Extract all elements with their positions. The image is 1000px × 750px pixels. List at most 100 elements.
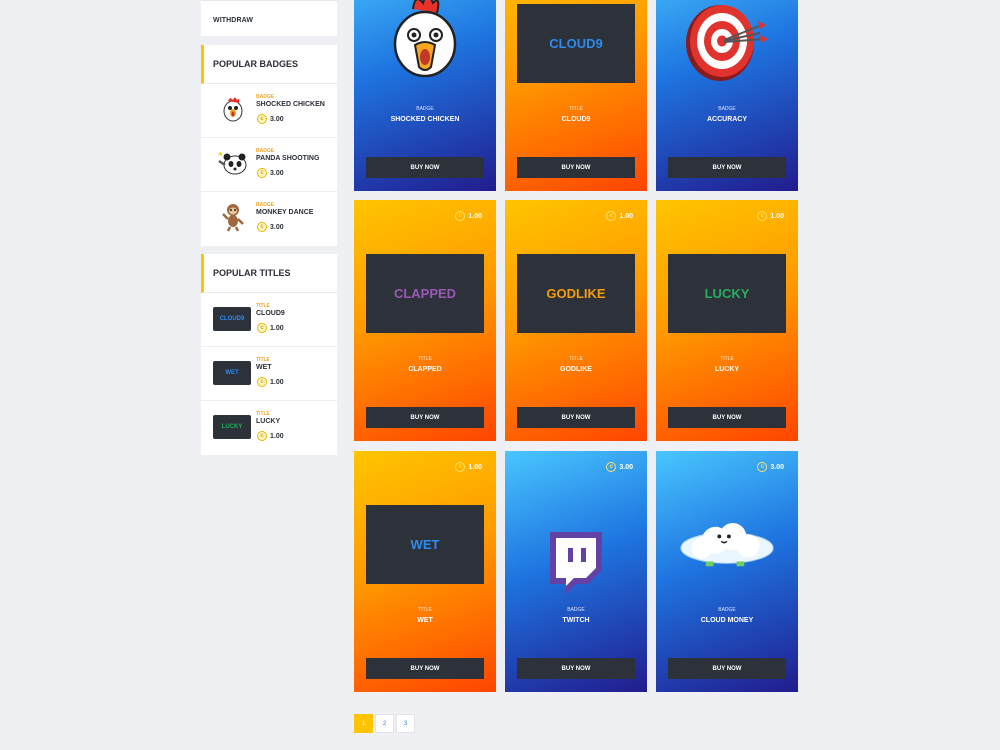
popular-badges-title: POPULAR BADGES: [213, 59, 299, 69]
card-price: c 1.00: [606, 211, 633, 221]
pagination: 1 2 3: [354, 714, 415, 733]
title-preview: WET: [366, 505, 484, 584]
product-card[interactable]: CLOUD9 TITLE CLOUD9 BUY NOW: [505, 0, 647, 191]
item-price: c 3.00: [257, 222, 284, 232]
popular-badges-header: POPULAR BADGES: [201, 45, 337, 84]
monkey-icon: [216, 202, 250, 232]
chicken-icon: [375, 0, 475, 84]
popular-badge-item[interactable]: BADGE SHOCKED CHICKEN c 3.00: [201, 84, 337, 138]
card-type: BADGE: [416, 106, 434, 112]
buy-now-button[interactable]: BUY NOW: [366, 407, 484, 428]
coin-icon: c: [455, 211, 466, 221]
coin-icon: c: [257, 114, 267, 124]
popular-badge-item[interactable]: BADGE PANDA SHOOTING c 3.00: [201, 138, 337, 192]
item-type: BADGE: [256, 94, 275, 100]
item-price: c 1.00: [257, 431, 284, 441]
item-type: TITLE: [256, 357, 270, 363]
coin-icon: c: [455, 462, 466, 472]
card-name: CLOUD MONEY: [700, 617, 754, 624]
product-card[interactable]: c 3.00 BADGE CLOUD MONEY BUY NOW: [656, 451, 798, 692]
buy-now-button[interactable]: BUY NOW: [668, 407, 786, 428]
title-preview: LUCKY: [668, 254, 786, 333]
chicken-icon: [216, 94, 250, 124]
popular-title-item[interactable]: WET TITLE WET c 1.00: [201, 347, 337, 401]
coin-icon: c: [606, 211, 617, 221]
product-card[interactable]: BADGE SHOCKED CHICKEN BUY NOW: [354, 0, 496, 191]
popular-titles-header: POPULAR TITLES: [201, 254, 337, 293]
coin-icon: c: [257, 168, 267, 178]
product-card[interactable]: BADGE ACCURACY BUY NOW: [656, 0, 798, 191]
item-price: c 1.00: [257, 323, 284, 333]
buy-now-button[interactable]: BUY NOW: [668, 157, 786, 178]
twitch-icon: [526, 511, 626, 611]
item-type: BADGE: [256, 148, 275, 154]
card-price: c 3.00: [757, 462, 784, 472]
panda-icon: [216, 148, 250, 178]
product-card[interactable]: c 1.00 CLAPPED TITLE CLAPPED BUY NOW: [354, 200, 496, 441]
product-card[interactable]: c 1.00 GODLIKE TITLE GODLIKE BUY NOW: [505, 200, 647, 441]
card-price: c 1.00: [757, 211, 784, 221]
title-thumbnail: WET: [213, 361, 251, 385]
coin-icon: c: [757, 211, 768, 221]
coin-icon: c: [257, 222, 267, 232]
item-price: c 3.00: [257, 114, 284, 124]
coin-icon: c: [257, 431, 267, 441]
item-name: LUCKY: [256, 418, 281, 425]
title-thumbnail: CLOUD9: [213, 307, 251, 331]
buy-now-button[interactable]: BUY NOW: [668, 658, 786, 679]
coin-icon: c: [257, 377, 267, 387]
popular-titles-title: POPULAR TITLES: [213, 268, 291, 278]
page-button-2[interactable]: 2: [375, 714, 394, 733]
coin-icon: c: [606, 462, 617, 472]
card-name: ACCURACY: [706, 116, 748, 123]
page-button-3[interactable]: 3: [396, 714, 415, 733]
buy-now-button[interactable]: BUY NOW: [517, 157, 635, 178]
cloud-icon: [677, 497, 777, 597]
title-preview: CLAPPED: [366, 254, 484, 333]
popular-badges-panel: POPULAR BADGES BADGE SHOCKED CHICKEN c 3.…: [201, 45, 337, 246]
card-name: CLAPPED: [408, 366, 442, 373]
card-name: GODLIKE: [560, 366, 592, 373]
buy-now-button[interactable]: BUY NOW: [366, 658, 484, 679]
withdraw-label: WITHDRAW: [213, 17, 254, 24]
card-type: BADGE: [567, 607, 585, 613]
card-type: TITLE: [720, 356, 734, 362]
title-preview: GODLIKE: [517, 254, 635, 333]
item-name: MONKEY DANCE: [256, 209, 314, 216]
item-name: PANDA SHOOTING: [256, 155, 320, 162]
card-price: c 1.00: [455, 211, 482, 221]
card-price: c 3.00: [606, 462, 633, 472]
popular-titles-panel: POPULAR TITLES CLOUD9 TITLE CLOUD9 c 1.00…: [201, 254, 337, 455]
coin-icon: c: [257, 323, 267, 333]
buy-now-button[interactable]: BUY NOW: [366, 157, 484, 178]
card-name: TWITCH: [562, 617, 590, 624]
product-card[interactable]: c 1.00 LUCKY TITLE LUCKY BUY NOW: [656, 200, 798, 441]
title-preview: CLOUD9: [517, 4, 635, 83]
item-price: c 3.00: [257, 168, 284, 178]
item-type: TITLE: [256, 303, 270, 309]
item-name: SHOCKED CHICKEN: [256, 101, 325, 108]
item-type: TITLE: [256, 411, 270, 417]
product-card[interactable]: c 1.00 WET TITLE WET BUY NOW: [354, 451, 496, 692]
withdraw-link[interactable]: WITHDRAW: [201, 0, 337, 36]
card-price: c 1.00: [455, 462, 482, 472]
popular-title-item[interactable]: LUCKY TITLE LUCKY c 1.00: [201, 401, 337, 455]
card-type: BADGE: [718, 607, 736, 613]
buy-now-button[interactable]: BUY NOW: [517, 407, 635, 428]
item-name: CLOUD9: [256, 310, 285, 317]
card-type: TITLE: [418, 356, 432, 362]
card-name: SHOCKED CHICKEN: [390, 116, 460, 123]
coin-icon: c: [757, 462, 768, 472]
target-icon: [677, 0, 777, 90]
popular-badge-item[interactable]: BADGE MONKEY DANCE c 3.00: [201, 192, 337, 246]
title-thumbnail: LUCKY: [213, 415, 251, 439]
card-name: CLOUD9: [561, 116, 591, 123]
page-button-1[interactable]: 1: [354, 714, 373, 733]
popular-title-item[interactable]: CLOUD9 TITLE CLOUD9 c 1.00: [201, 293, 337, 347]
card-name: LUCKY: [714, 366, 740, 373]
item-type: BADGE: [256, 202, 275, 208]
card-name: WET: [417, 617, 433, 624]
product-card[interactable]: c 3.00 BADGE TWITCH BUY NOW: [505, 451, 647, 692]
buy-now-button[interactable]: BUY NOW: [517, 658, 635, 679]
item-price: c 1.00: [257, 377, 284, 387]
